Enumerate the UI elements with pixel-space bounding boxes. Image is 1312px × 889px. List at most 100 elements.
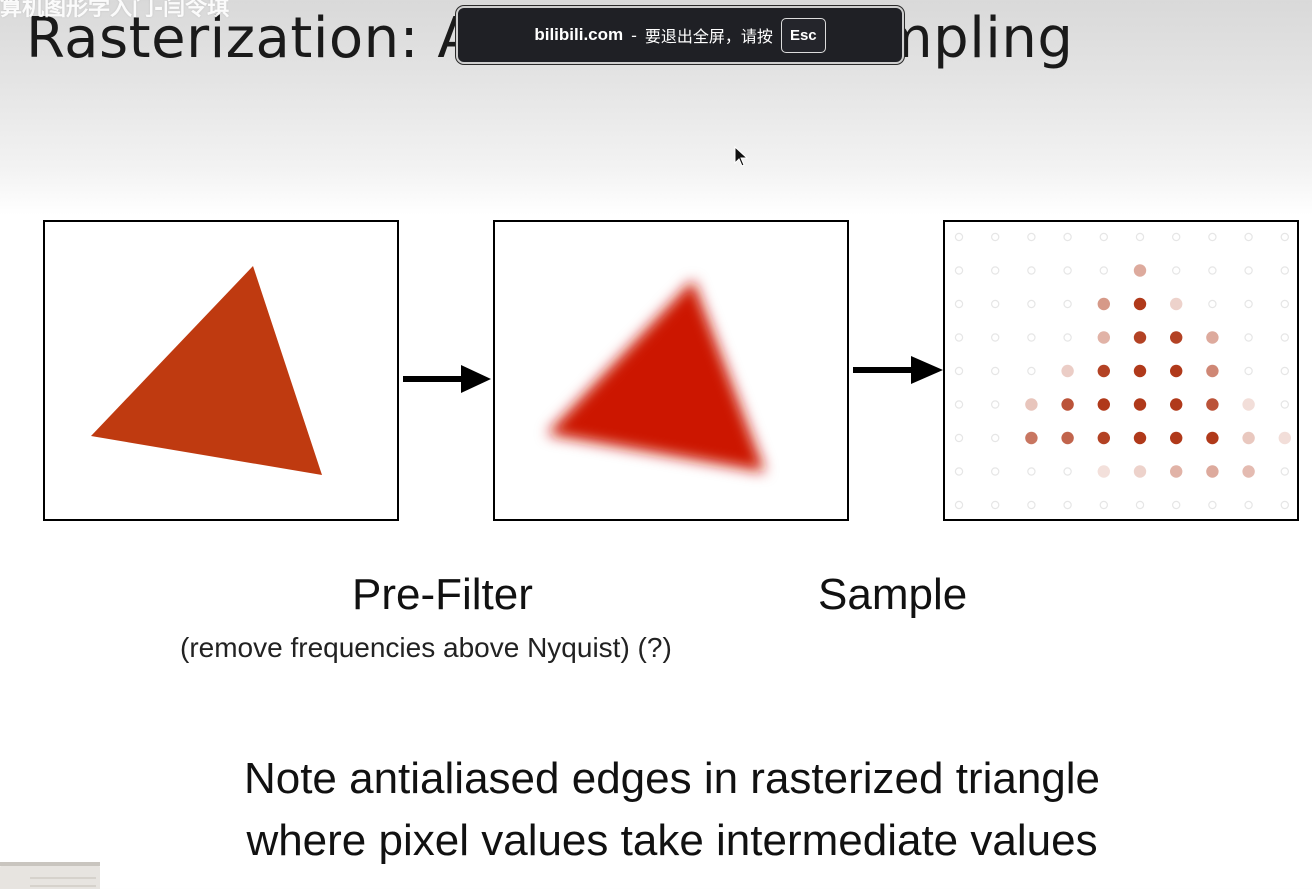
video-overlay-title: 算机图形学入门-闫令琪: [0, 0, 230, 21]
sample-dot: [1025, 431, 1038, 445]
sample-dot: [1244, 299, 1253, 309]
sample-dot: [1063, 467, 1072, 476]
sample-dot: [1171, 500, 1181, 510]
sample-dot: [991, 433, 1000, 443]
sampled-panel: [943, 220, 1299, 521]
notice-site: bilibili.com: [534, 25, 624, 44]
sample-dot: [1206, 398, 1219, 411]
sample-dot: [1027, 500, 1036, 510]
sample-dot: [1170, 331, 1183, 344]
sample-dot: [1208, 500, 1217, 510]
sample-dot: [1133, 264, 1147, 277]
fullscreen-exit-notice: bilibili.com - 要退出全屏，请按 Esc: [456, 6, 904, 64]
sample-dot: [1097, 465, 1110, 478]
sample-dot: [1206, 331, 1219, 344]
sample-dot: [1133, 297, 1147, 311]
sample-dot: [954, 232, 964, 242]
sample-dot: [1244, 333, 1253, 342]
sample-dot: [954, 366, 964, 376]
sample-dot: [1280, 467, 1289, 476]
sample-dot: [1244, 266, 1253, 275]
notice-message: 要退出全屏，请按: [644, 27, 773, 46]
sample-dot: [1133, 331, 1147, 344]
sample-dot: [1244, 500, 1253, 510]
sample-dot: [1097, 364, 1110, 378]
sample-dot: [1280, 333, 1289, 342]
sample-dot: [954, 433, 964, 443]
triangle-figure: [91, 266, 322, 475]
slide-title-tail: mpling: [878, 6, 1074, 71]
sample-dot: [1280, 266, 1289, 275]
sample-dot: [1027, 232, 1036, 242]
sample-dot: [991, 500, 1000, 510]
sample-dot: [1170, 431, 1183, 445]
note-line-2: where pixel values take intermediate val…: [246, 816, 1098, 865]
sample-dot: [1097, 431, 1110, 445]
sample-dot: [1097, 297, 1110, 311]
sample-dot: [1099, 232, 1108, 242]
sample-dot: [1099, 500, 1108, 510]
sample-dot: [1063, 266, 1072, 275]
sample-dot: [954, 333, 964, 342]
arrow-right-icon: [853, 356, 943, 384]
sample-dot: [1242, 465, 1255, 478]
sample-dot: [991, 232, 1000, 242]
sample-dot: [1061, 431, 1074, 445]
sample-dot: [1206, 364, 1219, 378]
sample-dot: [1242, 398, 1255, 411]
sample-dot: [1027, 366, 1036, 376]
sample-dot: [1063, 500, 1072, 510]
sample-dot: [1278, 431, 1291, 445]
esc-key-button[interactable]: Esc: [780, 17, 826, 53]
sample-dot: [1063, 333, 1072, 342]
sample-dot: [991, 467, 1000, 476]
sample-dot: [1280, 299, 1289, 309]
sample-dot: [1206, 465, 1219, 478]
sample-dot: [1133, 431, 1147, 445]
sample-dot: [954, 266, 964, 275]
sample-dot: [1170, 465, 1183, 478]
sample-dot: [1133, 465, 1147, 478]
triangle-panel: [43, 220, 399, 521]
sample-dot: [1280, 500, 1289, 510]
sample-dot: [1208, 232, 1217, 242]
sample-dot: [1208, 299, 1217, 309]
prefilter-subcaption: (remove frequencies above Nyquist) (?): [180, 632, 672, 663]
sample-dot: [991, 333, 1000, 342]
notice-separator: -: [631, 25, 637, 45]
sample-dot: [1206, 431, 1219, 445]
sample-caption: Sample: [818, 570, 968, 619]
sample-dot: [1027, 333, 1036, 342]
sample-dot: [1063, 299, 1072, 309]
sample-dot: [1170, 364, 1183, 378]
sample-dot: [1280, 400, 1289, 409]
sample-dot: [991, 366, 1000, 376]
sample-dot: [1099, 266, 1108, 275]
sample-dot: [1097, 398, 1110, 411]
sample-dot: [1133, 398, 1147, 411]
sample-dot: [1280, 232, 1289, 242]
prefiltered-panel: [493, 220, 849, 521]
sample-dot: [1097, 331, 1110, 344]
sample-dot: [991, 266, 1000, 275]
sample-dot: [1244, 366, 1253, 376]
corner-decoration: [0, 862, 100, 889]
sample-dot: [1135, 232, 1145, 242]
sample-dot: [954, 299, 964, 309]
sample-dot: [991, 299, 1000, 309]
sample-dot: [1135, 500, 1145, 510]
blurred-triangle-figure: [547, 280, 765, 472]
sample-dot: [954, 467, 964, 476]
sample-dot: [1280, 366, 1289, 376]
sample-dot: [1170, 398, 1183, 411]
sample-dot: [1208, 266, 1217, 275]
arrow-right-icon: [403, 365, 491, 393]
sample-dot: [1025, 398, 1038, 411]
sample-dot: [1242, 431, 1255, 445]
sample-dot: [954, 500, 964, 510]
mouse-cursor-icon: [734, 146, 749, 167]
triangle-shape: [91, 266, 322, 475]
sample-dot: [1027, 299, 1036, 309]
sample-dot: [1171, 232, 1181, 242]
sample-dot: [1133, 364, 1147, 378]
